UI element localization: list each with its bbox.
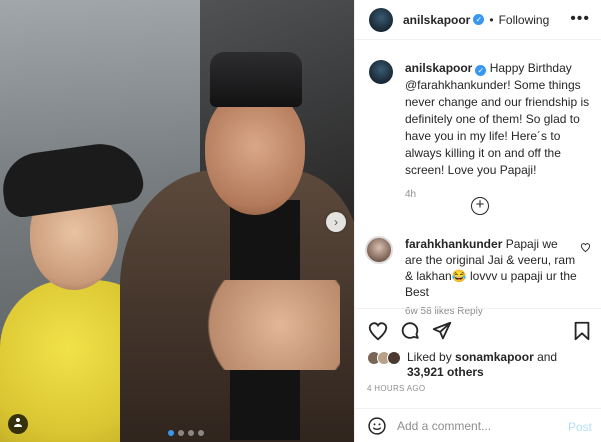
more-options-icon[interactable]: •••	[570, 11, 590, 27]
caption-text: anilskapoor ✓ Happy Birthday @farahkhanku…	[405, 60, 594, 179]
commenter-avatar[interactable]	[365, 236, 393, 264]
verified-badge-icon: ✓	[473, 14, 485, 25]
carousel-next-button[interactable]: ›	[326, 212, 346, 232]
carousel-dot	[178, 430, 184, 436]
likes-prefix: Liked by	[407, 350, 452, 364]
commenter-username[interactable]: farahkhankunder	[405, 237, 502, 251]
header-separator: •	[489, 12, 494, 27]
caption-author[interactable]: anilskapoor	[405, 61, 472, 75]
post-timestamp[interactable]: 4 HOURS AGO	[367, 384, 425, 393]
likes-text: Liked by sonamkapoor and 33,921 others	[407, 350, 592, 380]
post-actions	[367, 320, 593, 342]
carousel-dots	[168, 430, 204, 436]
add-comment-input[interactable]	[397, 418, 557, 433]
comment-item: farahkhankunder Papaji we are the origin…	[365, 236, 597, 316]
likes-conjunction: and	[537, 350, 558, 364]
likes-first-user[interactable]: sonamkapoor	[455, 350, 534, 364]
post-comment-button[interactable]: Post	[568, 420, 592, 434]
post-side-panel: anilskapoor ✓ • Following ••• anilskapoo…	[354, 0, 601, 442]
comment-bubble-icon[interactable]	[399, 320, 421, 342]
comment-text: farahkhankunder Papaji we are the origin…	[405, 236, 577, 300]
carousel-dot	[168, 430, 174, 436]
post-caption: anilskapoor ✓ Happy Birthday @farahkhanku…	[369, 60, 594, 200]
author-avatar[interactable]	[369, 7, 393, 32]
post-header: anilskapoor ✓ • Following •••	[355, 0, 601, 40]
like-heart-icon[interactable]	[367, 320, 389, 342]
person-icon	[14, 418, 22, 427]
carousel-dot	[198, 430, 204, 436]
share-paper-plane-icon[interactable]	[431, 320, 453, 342]
caption-author-avatar[interactable]	[369, 60, 393, 84]
photo-figure-man-hat	[210, 52, 302, 107]
liker-avatars[interactable]	[367, 351, 401, 365]
likes-summary: Liked by sonamkapoor and 33,921 others	[367, 350, 592, 380]
photo-figure-hands	[190, 280, 340, 370]
add-comment-bar: Post	[355, 408, 601, 442]
user-tag-icon[interactable]	[8, 414, 28, 434]
caption-time: 4h	[405, 189, 417, 200]
liker-avatar	[387, 351, 401, 365]
photo-figure-man-face	[205, 90, 305, 215]
verified-badge-icon: ✓	[475, 65, 487, 76]
heart-icon	[580, 243, 591, 253]
load-more-comments-button[interactable]: +	[471, 197, 489, 215]
actions-divider	[355, 308, 601, 309]
following-button[interactable]: Following	[499, 13, 550, 27]
author-username[interactable]: anilskapoor	[403, 13, 470, 27]
save-bookmark-icon[interactable]	[571, 320, 593, 342]
caption-body: Happy Birthday @farahkhankunder! Some th…	[405, 61, 590, 177]
likes-count[interactable]: 33,921 others	[407, 365, 484, 379]
carousel-dot	[188, 430, 194, 436]
emoji-smiley-icon[interactable]	[367, 416, 387, 436]
comment-like-heart-icon[interactable]	[580, 242, 591, 256]
post-photo[interactable]: ›	[0, 0, 354, 442]
